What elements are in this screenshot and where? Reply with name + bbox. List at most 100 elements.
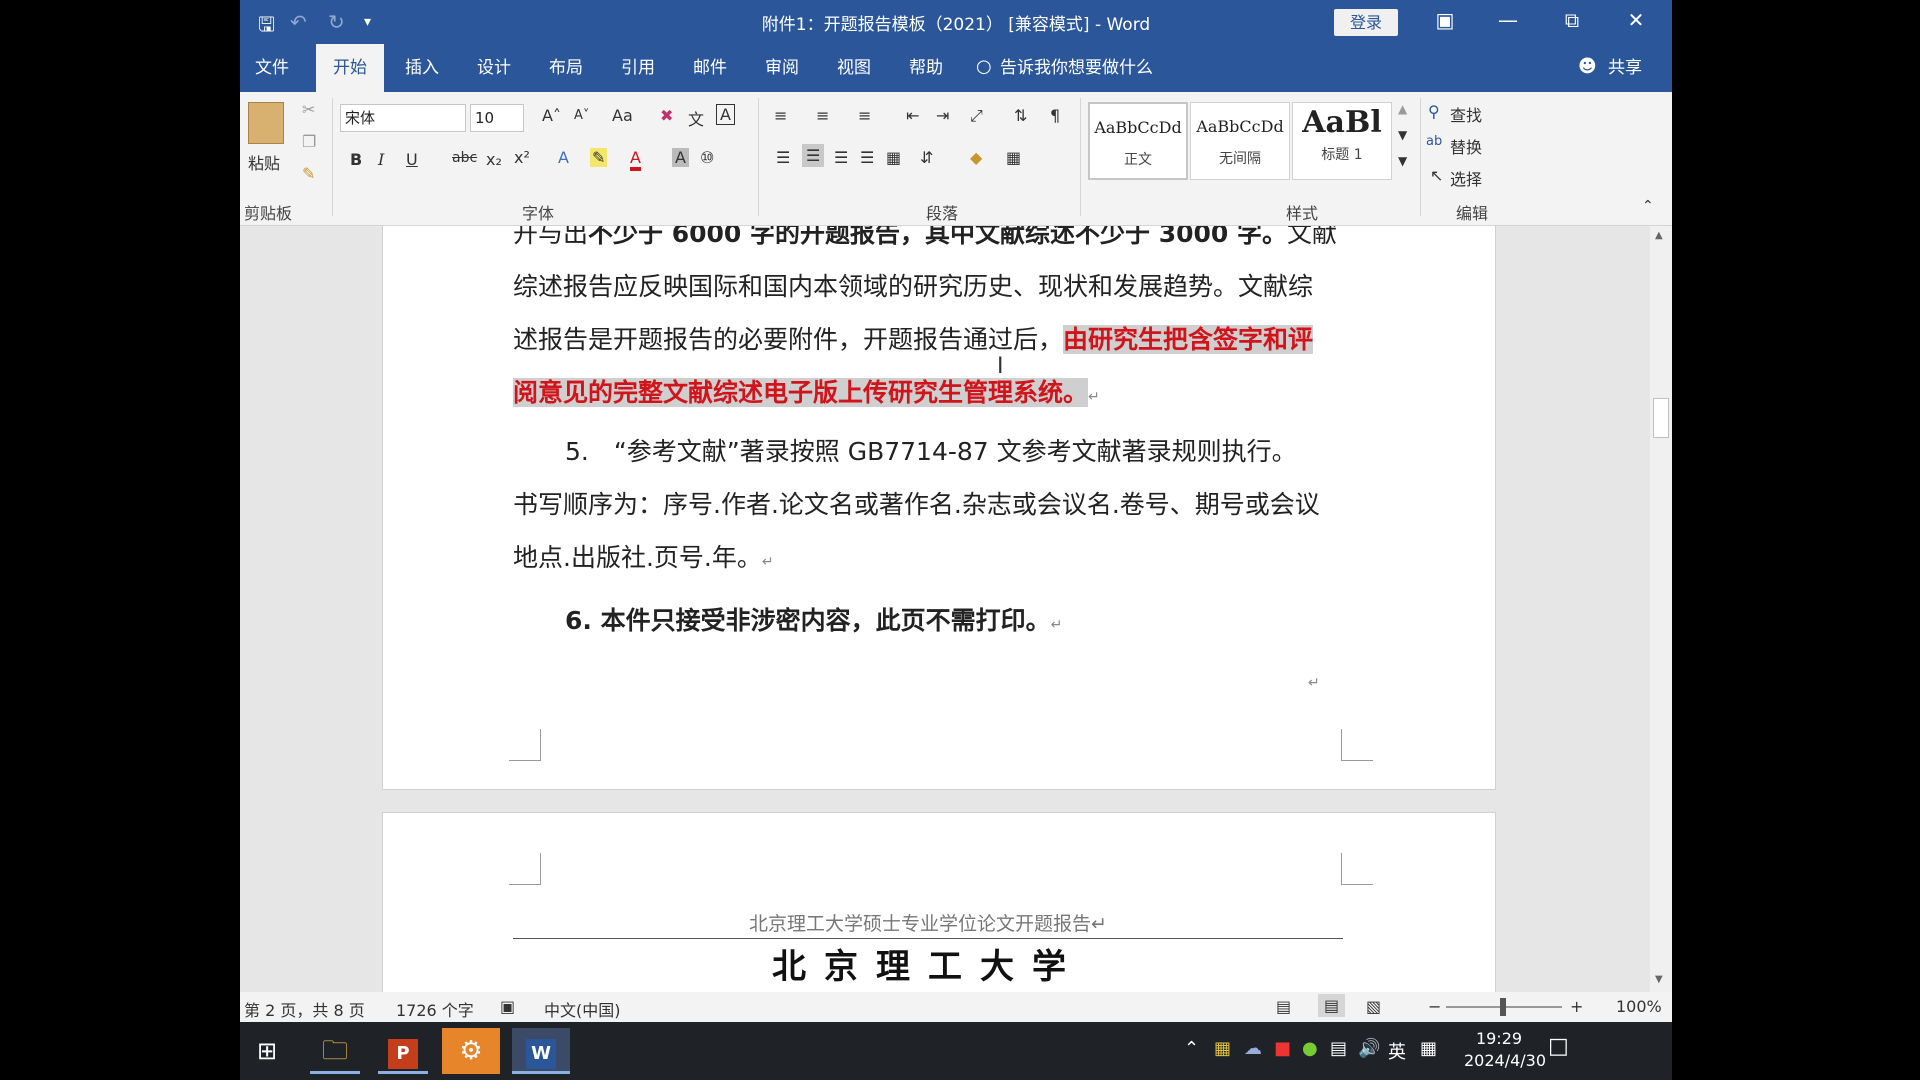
find-icon[interactable]: ⚲: [1428, 102, 1440, 121]
justify-icon[interactable]: ☰: [860, 148, 874, 167]
change-case-button[interactable]: Aa: [612, 106, 633, 125]
tray-app-icon-2[interactable]: ☁: [1244, 1038, 1262, 1059]
tab-layout[interactable]: 布局: [534, 44, 598, 92]
grow-font-icon[interactable]: A˄: [542, 106, 561, 125]
highlight-icon[interactable]: ✎: [590, 148, 608, 167]
tray-app-icon-1[interactable]: ▦: [1214, 1038, 1231, 1059]
powerpoint-icon[interactable]: P: [378, 1028, 428, 1074]
tab-review[interactable]: 审阅: [750, 44, 814, 92]
minimize-icon[interactable]: —: [1488, 8, 1528, 32]
align-right-icon[interactable]: ☰: [834, 148, 848, 167]
style-no-spacing[interactable]: AaBbCcDd 无间隔: [1190, 102, 1290, 180]
proofing-icon[interactable]: ▣: [500, 997, 515, 1016]
enclose-char-icon[interactable]: ⑩: [700, 148, 714, 167]
replace-button[interactable]: 替换: [1450, 134, 1482, 158]
align-center-icon[interactable]: ☰: [802, 144, 825, 167]
strikethrough-button[interactable]: abc: [452, 150, 477, 166]
underline-button[interactable]: U: [406, 150, 418, 169]
scroll-thumb[interactable]: [1653, 398, 1669, 438]
cut-icon[interactable]: ✂: [302, 100, 315, 119]
select-button[interactable]: 选择: [1450, 166, 1482, 190]
bold-button[interactable]: B: [350, 150, 362, 169]
replace-icon[interactable]: ab: [1426, 134, 1442, 149]
paste-label[interactable]: 粘贴: [248, 150, 280, 174]
tab-help[interactable]: 帮助: [894, 44, 958, 92]
shading-icon[interactable]: ◆: [970, 148, 982, 167]
scroll-up-icon[interactable]: ▲: [1655, 230, 1663, 241]
text-effects-icon[interactable]: A: [558, 148, 569, 167]
tray-app-icon-3[interactable]: ■: [1274, 1038, 1291, 1059]
tab-mailings[interactable]: 邮件: [678, 44, 742, 92]
settings-gear-icon[interactable]: ⚙: [442, 1028, 500, 1074]
ribbon-display-icon[interactable]: ▣: [1425, 8, 1465, 32]
zoom-level[interactable]: 100%: [1616, 997, 1662, 1016]
network-icon[interactable]: ▤: [1330, 1038, 1347, 1059]
ime-mode-icon[interactable]: ▦: [1420, 1038, 1437, 1059]
tab-view[interactable]: 视图: [822, 44, 886, 92]
borders-icon[interactable]: ▦: [1006, 148, 1021, 167]
sort-icon[interactable]: ⇅: [1014, 106, 1027, 125]
word-app-icon[interactable]: W: [512, 1028, 570, 1074]
tab-references[interactable]: 引用: [606, 44, 670, 92]
styles-scroll-down-icon[interactable]: ▼: [1398, 128, 1407, 142]
share-button[interactable]: 共享: [1600, 44, 1650, 92]
tab-file[interactable]: 文件: [240, 44, 304, 92]
windows-start-icon[interactable]: ⊞: [242, 1028, 292, 1074]
zoom-out-icon[interactable]: −: [1428, 997, 1441, 1016]
tell-me-search[interactable]: 告诉我你想要做什么: [1000, 44, 1160, 92]
word-count[interactable]: 1726 个字: [396, 997, 474, 1021]
copy-icon[interactable]: ❐: [302, 132, 316, 151]
ime-indicator[interactable]: 英: [1388, 1038, 1406, 1064]
styles-more-icon[interactable]: ▼: [1398, 154, 1407, 168]
select-cursor-icon[interactable]: ↖: [1430, 166, 1443, 185]
char-border-icon[interactable]: A: [716, 104, 735, 125]
decrease-indent-icon[interactable]: ⇤: [906, 106, 919, 125]
font-size-combo[interactable]: 10: [470, 104, 524, 132]
clock[interactable]: 19:29 2024/4/30: [1464, 1028, 1546, 1072]
web-layout-icon[interactable]: ▧: [1366, 997, 1381, 1016]
print-layout-icon[interactable]: ▤: [1318, 994, 1346, 1017]
font-color-icon[interactable]: A: [630, 148, 641, 171]
scroll-down-icon[interactable]: ▼: [1655, 974, 1663, 985]
tab-insert[interactable]: 插入: [390, 44, 454, 92]
tab-design[interactable]: 设计: [462, 44, 526, 92]
char-shading-icon[interactable]: A: [672, 148, 689, 167]
bullets-icon[interactable]: ≡: [774, 106, 787, 125]
multilevel-list-icon[interactable]: ≡: [858, 106, 871, 125]
paste-icon[interactable]: [248, 102, 284, 144]
show-marks-icon[interactable]: ¶: [1050, 106, 1060, 125]
line-spacing-icon[interactable]: ⇵: [920, 148, 933, 167]
zoom-in-icon[interactable]: +: [1570, 997, 1583, 1016]
italic-button[interactable]: I: [378, 150, 384, 169]
restore-icon[interactable]: ⧉: [1552, 8, 1592, 32]
clear-format-icon[interactable]: ✖: [660, 106, 673, 125]
find-button[interactable]: 查找: [1450, 102, 1482, 126]
chinese-layout-icon[interactable]: ⤢: [970, 106, 983, 126]
phonetic-guide-icon[interactable]: 文: [688, 106, 704, 130]
format-painter-icon[interactable]: ✎: [302, 164, 315, 183]
document-area[interactable]: 开与出不少于 6000 字的开题报告，其中文献综述不少于 3000 字。文献 综…: [240, 226, 1650, 992]
login-button[interactable]: 登录: [1334, 9, 1398, 36]
numbering-icon[interactable]: ≡: [816, 106, 829, 125]
superscript-icon[interactable]: x²: [514, 148, 530, 167]
increase-indent-icon[interactable]: ⇥: [936, 106, 949, 125]
zoom-slider-thumb[interactable]: [1500, 998, 1506, 1016]
close-icon[interactable]: ✕: [1616, 8, 1656, 32]
tray-app-icon-4[interactable]: ●: [1302, 1038, 1318, 1059]
style-normal[interactable]: AaBbCcDd 正文: [1088, 102, 1188, 180]
file-explorer-icon[interactable]: 🗀: [310, 1028, 360, 1074]
style-heading1[interactable]: AaBl 标题 1: [1292, 102, 1392, 180]
shrink-font-icon[interactable]: A˅: [574, 108, 589, 123]
align-left-icon[interactable]: ☰: [776, 148, 790, 167]
distributed-icon[interactable]: ▦: [886, 148, 901, 167]
vertical-scrollbar[interactable]: ▲ ▼: [1650, 226, 1672, 992]
notification-icon[interactable]: □: [1548, 1034, 1569, 1059]
subscript-icon[interactable]: x₂: [486, 150, 502, 169]
page-count[interactable]: 第 2 页，共 8 页: [244, 997, 365, 1021]
styles-scroll-up-icon[interactable]: ▲: [1398, 102, 1407, 116]
volume-icon[interactable]: 🔊: [1358, 1038, 1380, 1059]
collapse-ribbon-icon[interactable]: ⌃: [1642, 198, 1654, 214]
read-mode-icon[interactable]: ▤: [1276, 997, 1291, 1016]
tray-chevron-icon[interactable]: ⌃: [1184, 1038, 1199, 1059]
tab-home[interactable]: 开始: [316, 44, 384, 92]
